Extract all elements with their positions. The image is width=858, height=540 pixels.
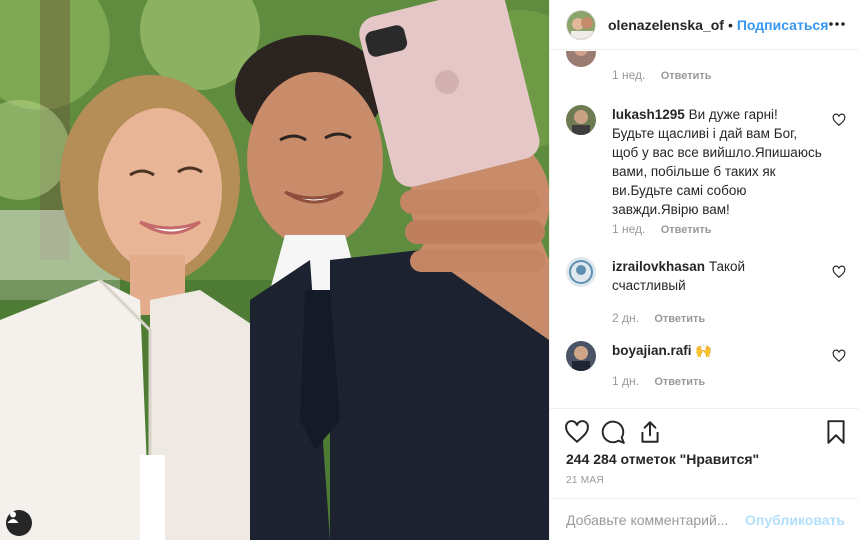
comment-input[interactable] xyxy=(566,511,746,528)
more-options-button[interactable] xyxy=(827,14,847,34)
commenter-avatar-image xyxy=(566,51,596,67)
comment-meta: 1 дн. Ответить xyxy=(612,374,717,388)
commenter-avatar-image xyxy=(566,257,596,287)
heart-outline-icon xyxy=(832,265,846,279)
commenter-avatar[interactable] xyxy=(566,51,596,67)
author-avatar-image xyxy=(567,10,595,39)
comment-time: 2 дн. xyxy=(612,311,639,325)
comment-meta: 2 дн. Ответить xyxy=(612,311,717,325)
heart-outline-icon xyxy=(832,349,846,363)
follow-button[interactable]: Подписаться xyxy=(737,17,829,33)
commenter-avatar-image xyxy=(566,105,596,135)
post-actions: 244 284 отметок "Нравится" 21 МАЯ xyxy=(550,408,858,498)
save-button[interactable] xyxy=(823,419,849,445)
comment-time: 1 нед. xyxy=(612,222,646,236)
comment-time: 1 нед. xyxy=(612,68,646,82)
comment-icon xyxy=(601,420,625,444)
comment-body: Ви дуже гарні! Будьте щасливі і дай вам … xyxy=(612,107,822,217)
reply-button[interactable]: Ответить xyxy=(661,70,712,82)
comment-text: boyajian.rafi 🙌 xyxy=(612,341,822,360)
reply-button[interactable]: Ответить xyxy=(654,313,705,325)
comment-like-button[interactable] xyxy=(832,349,846,363)
heart-icon xyxy=(565,420,589,444)
commenter-avatar-image xyxy=(566,341,596,371)
commenter-username[interactable]: izrailovkhasan xyxy=(612,259,705,274)
comment-item: boyajian.rafi 🙌 1 дн. Ответить xyxy=(566,341,846,401)
commenter-username[interactable]: lukash1295 xyxy=(612,107,685,122)
heart-outline-icon xyxy=(832,113,846,127)
share-button[interactable] xyxy=(637,419,663,445)
person-icon xyxy=(7,511,19,523)
author-username[interactable]: olenazelenska_of xyxy=(608,17,724,33)
likes-count[interactable]: 244 284 отметок "Нравится" xyxy=(566,451,759,467)
comment-item: 1 нед. Ответить xyxy=(566,51,846,87)
commenter-avatar[interactable] xyxy=(566,257,596,287)
comment-like-button[interactable] xyxy=(832,113,846,127)
author-avatar[interactable] xyxy=(566,9,596,40)
add-comment-bar: Опубликовать xyxy=(550,498,858,540)
comment-body: 🙌 xyxy=(695,343,713,358)
post-photo[interactable] xyxy=(0,0,549,540)
post-header: olenazelenska_of • Подписаться xyxy=(550,0,858,50)
like-button[interactable] xyxy=(564,419,590,445)
comment-meta: 1 нед. Ответить xyxy=(612,222,724,236)
header-separator: • xyxy=(727,16,733,33)
reply-button[interactable]: Ответить xyxy=(654,376,705,388)
bookmark-icon xyxy=(827,420,845,444)
commenter-avatar[interactable] xyxy=(566,341,596,371)
commenter-username[interactable]: boyajian.rafi xyxy=(612,343,692,358)
comment-meta: 1 нед. Ответить xyxy=(612,68,724,82)
comment-like-button[interactable] xyxy=(832,265,846,279)
comment-text: lukash1295 Ви дуже гарні! Будьте щасливі… xyxy=(612,105,822,219)
comment-text: izrailovkhasan Такой счастливый xyxy=(612,257,822,295)
comment-time: 1 дн. xyxy=(612,374,639,388)
commenter-avatar[interactable] xyxy=(566,105,596,135)
publish-button[interactable]: Опубликовать xyxy=(745,512,845,528)
comment-item: izrailovkhasan Такой счастливый 2 дн. От… xyxy=(566,257,846,327)
comment-button[interactable] xyxy=(600,419,626,445)
reply-button[interactable]: Ответить xyxy=(661,224,712,236)
selfie-photo-illustration xyxy=(0,0,549,540)
user-tag-button[interactable] xyxy=(6,510,32,536)
more-horizontal-icon xyxy=(829,22,845,26)
post-date[interactable]: 21 МАЯ xyxy=(566,475,604,486)
post-side-panel: olenazelenska_of • Подписаться 1 нед. От… xyxy=(549,0,858,540)
share-icon xyxy=(641,421,659,443)
comment-item: lukash1295 Ви дуже гарні! Будьте щасливі… xyxy=(566,105,846,236)
comments-list[interactable]: 1 нед. Ответить lukash1295 Ви дуже гарні… xyxy=(550,51,858,407)
